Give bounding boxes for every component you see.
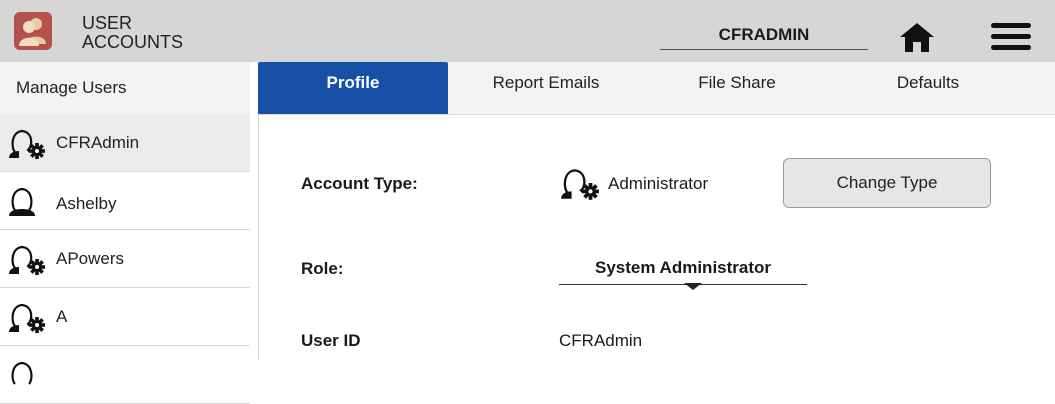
profile-panel: Account Type: Administrator Change Type … bbox=[258, 114, 1055, 361]
chevron-down-icon[interactable] bbox=[684, 283, 702, 290]
tab-defaults[interactable]: Defaults bbox=[830, 62, 1026, 114]
hamburger-menu-icon bbox=[991, 23, 1031, 50]
current-user-display[interactable]: CFRADMIN bbox=[660, 22, 868, 50]
admin-user-icon bbox=[9, 245, 45, 275]
user-list-item-partial[interactable] bbox=[0, 346, 250, 404]
user-list-item[interactable]: APowers bbox=[0, 230, 250, 288]
sidebar: Manage Users CFRAdmin Ashelby APowers A bbox=[0, 62, 250, 404]
user-name: A bbox=[56, 307, 68, 326]
admin-user-icon bbox=[9, 303, 45, 333]
account-type-value: Administrator bbox=[608, 174, 709, 193]
admin-user-icon bbox=[9, 129, 45, 159]
admin-user-icon bbox=[561, 169, 599, 200]
sidebar-title: Manage Users bbox=[0, 62, 250, 114]
account-type-label: Account Type: bbox=[301, 174, 418, 193]
tab-bar: Profile Report Emails File Share Default… bbox=[258, 62, 1055, 114]
app-title-line2: ACCOUNTS bbox=[82, 32, 184, 52]
role-dropdown[interactable]: System Administrator bbox=[559, 255, 807, 285]
user-list-item[interactable]: Ashelby bbox=[0, 172, 250, 230]
user-list-item[interactable]: CFRAdmin bbox=[0, 114, 250, 172]
user-id-value: CFRAdmin bbox=[559, 331, 643, 350]
user-name: Ashelby bbox=[56, 194, 117, 213]
user-name: APowers bbox=[56, 249, 125, 268]
app-header: USER ACCOUNTS CFRADMIN bbox=[0, 0, 1055, 62]
home-button[interactable] bbox=[897, 20, 937, 54]
change-type-button[interactable]: Change Type bbox=[783, 158, 991, 208]
user-icon bbox=[11, 361, 33, 385]
tab-file-share[interactable]: File Share bbox=[644, 62, 830, 114]
menu-button[interactable] bbox=[989, 20, 1033, 54]
app-title-line1: USER bbox=[82, 13, 133, 33]
tab-report-emails[interactable]: Report Emails bbox=[448, 62, 644, 114]
tab-profile[interactable]: Profile bbox=[258, 62, 448, 114]
user-accounts-icon bbox=[14, 12, 52, 50]
user-id-label: User ID bbox=[301, 331, 361, 350]
user-list-item[interactable]: A bbox=[0, 288, 250, 346]
user-name: CFRAdmin bbox=[56, 133, 140, 152]
home-icon bbox=[900, 23, 934, 52]
role-label: Role: bbox=[301, 259, 344, 278]
user-icon bbox=[9, 187, 35, 216]
app-title: USER ACCOUNTS bbox=[82, 14, 183, 52]
